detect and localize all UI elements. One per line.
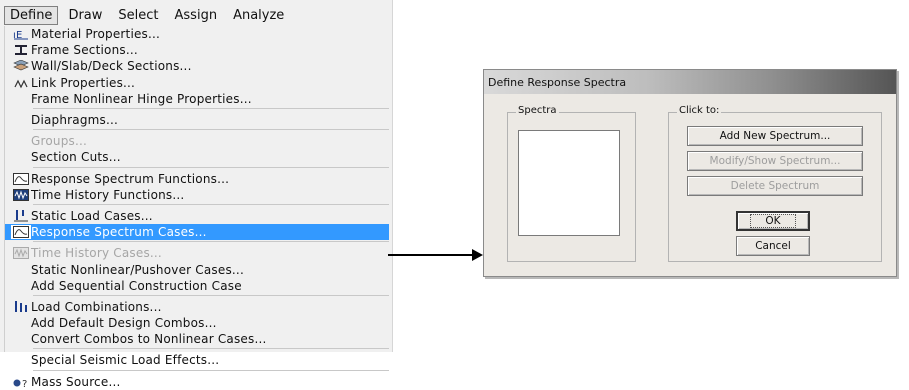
click-to-group: Click to: Add New Spectrum... Modify/Sho…: [668, 105, 882, 262]
pointer-arrow: [388, 249, 483, 261]
response-spectrum-cases-icon: [11, 225, 31, 240]
static-load-cases-icon: [11, 209, 31, 223]
menu-item-7[interactable]: Section Cuts...: [5, 149, 389, 165]
menu-item-13[interactable]: Static Nonlinear/Pushover Cases...: [5, 261, 389, 277]
menu-item-icon-space: [11, 150, 31, 164]
define-menu-screenshot: Define Draw Select Assign Analyze ıE Mate…: [0, 0, 393, 389]
menu-item-label: Load Combinations...: [31, 299, 162, 314]
spectra-group: Spectra: [507, 105, 636, 262]
menu-item-10[interactable]: Static Load Cases...: [5, 208, 389, 224]
menu-item-19[interactable]: ? Mass Source...: [5, 374, 389, 390]
menu-item-17[interactable]: Convert Combos to Nonlinear Cases...: [5, 331, 389, 347]
menu-item-8[interactable]: Response Spectrum Functions...: [5, 171, 389, 187]
define-response-spectra-dialog: Define Response Spectra Spectra Click to…: [483, 69, 897, 277]
dialog-title: Define Response Spectra: [488, 75, 627, 89]
menu-item-label: Section Cuts...: [31, 150, 121, 165]
mass-source-icon: ?: [11, 375, 31, 389]
menu-item-label: Convert Combos to Nonlinear Cases...: [31, 332, 267, 347]
modify-show-spectrum-button[interactable]: Modify/Show Spectrum...: [687, 151, 863, 171]
menu-item-label: Static Load Cases...: [31, 208, 153, 223]
menu-item-icon-space: [11, 279, 31, 293]
menu-item-0[interactable]: ıE Material Properties...: [5, 26, 389, 42]
menu-item-label: Material Properties...: [31, 27, 161, 42]
menu-item-icon-space: [11, 316, 31, 330]
menu-item-label: Mass Source...: [31, 374, 121, 389]
menu-item-label: Link Properties...: [31, 75, 136, 90]
menu-item-6[interactable]: Groups...: [5, 133, 389, 149]
menu-item-icon-space: [11, 92, 31, 106]
menu-item-icon-space: [11, 113, 31, 127]
spectra-list[interactable]: [518, 130, 620, 236]
menu-draw[interactable]: Draw: [62, 6, 108, 25]
menu-item-label: Frame Nonlinear Hinge Properties...: [31, 91, 252, 106]
menu-assign[interactable]: Assign: [169, 6, 224, 25]
menu-item-14[interactable]: Add Sequential Construction Case: [5, 278, 389, 294]
menu-item-16[interactable]: Add Default Design Combos...: [5, 315, 389, 331]
cancel-button[interactable]: Cancel: [736, 236, 810, 256]
menu-analyze[interactable]: Analyze: [227, 6, 290, 25]
menubar: Define Draw Select Assign Analyze: [4, 4, 386, 26]
time-history-cases-icon: [11, 246, 31, 260]
menu-item-icon-space: [11, 134, 31, 148]
menu-item-icon-space: [11, 353, 31, 367]
svg-text:?: ?: [22, 379, 28, 388]
menu-item-3[interactable]: Link Properties...: [5, 75, 389, 91]
menu-item-11[interactable]: Response Spectrum Cases...: [5, 224, 389, 241]
response-spectrum-functions-icon: [11, 172, 31, 186]
menu-item-15[interactable]: Load Combinations...: [5, 299, 389, 315]
load-combinations-icon: [11, 300, 31, 314]
menu-item-label: Response Spectrum Cases...: [31, 225, 207, 240]
wall-slab-deck-icon: [11, 59, 31, 73]
menu-item-label: Time History Cases...: [31, 246, 162, 261]
dialog-titlebar: Define Response Spectra: [484, 70, 896, 94]
menu-item-label: Diaphragms...: [31, 113, 119, 128]
menu-item-label: Add Sequential Construction Case: [31, 278, 242, 293]
menu-select[interactable]: Select: [112, 6, 164, 25]
delete-spectrum-button[interactable]: Delete Spectrum: [687, 176, 863, 196]
frame-sections-icon: [11, 43, 31, 57]
menu-item-label: Response Spectrum Functions...: [31, 171, 230, 186]
menu-item-label: Special Seismic Load Effects...: [31, 353, 220, 368]
link-properties-icon: [11, 76, 31, 90]
menu-item-12[interactable]: Time History Cases...: [5, 245, 389, 261]
menu-item-icon-space: [11, 263, 31, 277]
menu-item-label: Wall/Slab/Deck Sections...: [31, 59, 192, 74]
menu-item-9[interactable]: Time History Functions...: [5, 187, 389, 203]
ok-label: OK: [750, 214, 796, 228]
define-dropdown: ıE Material Properties... Frame Sections..…: [4, 26, 389, 389]
menu-item-label: Add Default Design Combos...: [31, 316, 217, 331]
menu-item-label: Static Nonlinear/Pushover Cases...: [31, 262, 244, 277]
time-history-functions-icon: [11, 188, 31, 202]
ok-button[interactable]: OK: [736, 211, 810, 231]
menu-item-2[interactable]: Wall/Slab/Deck Sections...: [5, 58, 389, 74]
menu-define[interactable]: Define: [4, 5, 59, 25]
click-to-label: Click to:: [677, 105, 722, 116]
add-new-spectrum-button[interactable]: Add New Spectrum...: [687, 126, 863, 146]
menu-item-18[interactable]: Special Seismic Load Effects...: [5, 352, 389, 368]
menu-item-label: Frame Sections...: [31, 43, 138, 58]
material-properties-icon: ıE: [11, 27, 31, 41]
menu-item-label: Groups...: [31, 134, 88, 149]
menu-item-1[interactable]: Frame Sections...: [5, 42, 389, 58]
menu-item-icon-space: [11, 332, 31, 346]
spectra-group-label: Spectra: [516, 105, 559, 116]
menu-item-label: Time History Functions...: [31, 187, 185, 202]
menu-item-5[interactable]: Diaphragms...: [5, 112, 389, 128]
menu-item-4[interactable]: Frame Nonlinear Hinge Properties...: [5, 91, 389, 107]
